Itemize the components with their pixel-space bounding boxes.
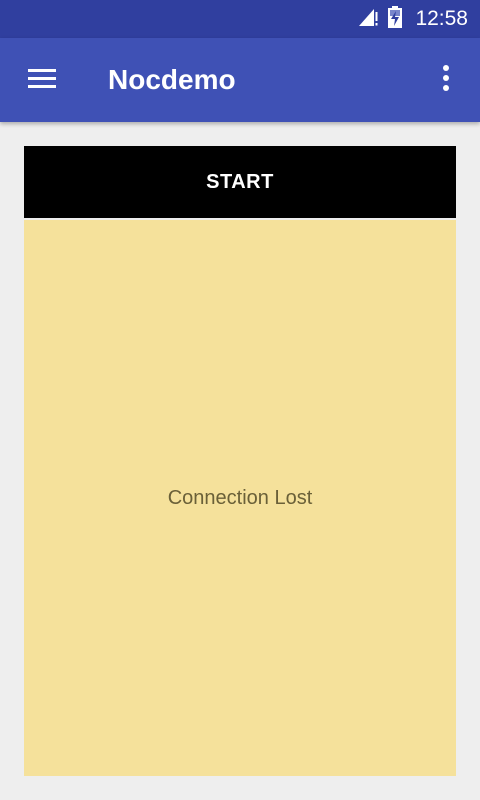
status-icons: 12:58: [357, 0, 468, 38]
start-button[interactable]: START: [24, 146, 456, 218]
overflow-menu-button[interactable]: [426, 60, 466, 100]
app-bar: Nocdemo: [0, 38, 480, 122]
battery-charging-icon: [387, 5, 403, 34]
menu-button[interactable]: [18, 60, 66, 100]
connection-status-text: Connection Lost: [167, 486, 313, 509]
status-bar: 12:58: [0, 0, 480, 38]
status-panel: Connection Lost: [24, 220, 456, 776]
app-title: Nocdemo: [108, 64, 236, 95]
more-vert-icon: [442, 64, 450, 97]
signal-icon: [357, 6, 379, 33]
hamburger-menu-icon: [27, 67, 57, 94]
status-time: 12:58: [415, 7, 468, 30]
